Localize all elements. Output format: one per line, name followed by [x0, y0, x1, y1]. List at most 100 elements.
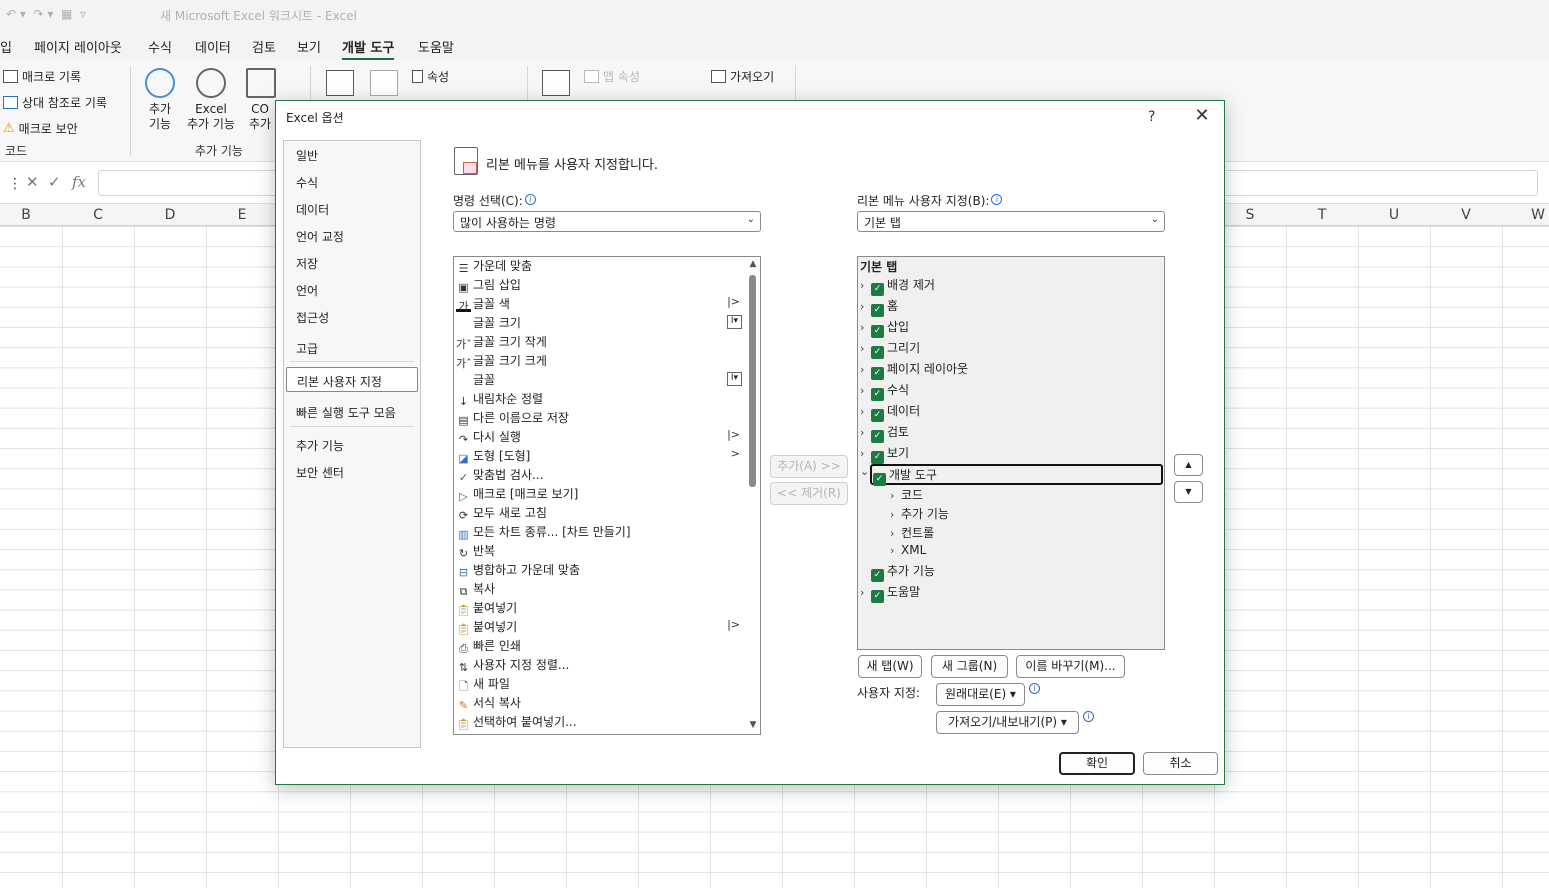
- nav-item-proofing[interactable]: 언어 교정: [296, 228, 344, 245]
- tree-item-insert[interactable]: › ✓ 삽입: [860, 318, 909, 338]
- list-item[interactable]: 🗋︎ 새 파일: [456, 675, 746, 694]
- nav-item-quick-access-toolbar[interactable]: 빠른 실행 도구 모음: [296, 404, 396, 421]
- checkbox[interactable]: ✓: [871, 430, 884, 443]
- tab-page-layout[interactable]: 페이지 레이아웃: [34, 37, 122, 56]
- tab-review[interactable]: 검토: [252, 37, 276, 56]
- scroll-thumb[interactable]: [749, 275, 756, 487]
- tree-item-help[interactable]: › ✓ 도움말: [860, 583, 920, 603]
- nav-item-general[interactable]: 일반: [296, 147, 318, 164]
- chevron-right-icon[interactable]: ›: [860, 342, 871, 355]
- scrollbar[interactable]: ▲ ▼: [746, 259, 760, 733]
- nav-item-formulas[interactable]: 수식: [296, 174, 318, 191]
- ribbon-tabs-tree[interactable]: 기본 탭 › ✓ 배경 제거 › ✓ 홈 › ✓ 삽입 › ✓ 그리기 › ✓ 페이지 레이아웃 ›…: [857, 256, 1165, 650]
- xml-source-button[interactable]: [542, 70, 570, 96]
- addins-button[interactable]: 추가 기능: [142, 68, 178, 132]
- checkbox[interactable]: ✓: [871, 304, 884, 317]
- import-button[interactable]: 가져오기: [711, 68, 774, 85]
- close-button[interactable]: ✕: [1191, 105, 1213, 126]
- nav-item-addins[interactable]: 추가 기능: [296, 437, 344, 454]
- commands-list[interactable]: ☰ 가운데 맞춤 ▣ 그림 삽입 가 글꼴 색 |> 글꼴 크기 I▾ 가ˇ글꼴 크기 작…: [453, 256, 761, 735]
- checkbox[interactable]: ✓: [871, 325, 884, 338]
- insert-function-icon[interactable]: fx: [72, 173, 86, 191]
- import-export-dropdown[interactable]: 가져오기/내보내기(P) ▾: [936, 711, 1079, 734]
- design-mode-button[interactable]: [370, 70, 398, 96]
- list-item[interactable]: ✎ 서식 복사: [456, 694, 746, 713]
- properties-button[interactable]: 속성: [412, 68, 449, 85]
- choose-commands-dropdown[interactable]: 많이 사용하는 명령 ⌄: [453, 211, 761, 232]
- chevron-right-icon[interactable]: ›: [860, 384, 871, 397]
- scroll-down-icon[interactable]: ▼: [746, 720, 760, 730]
- move-up-button[interactable]: ▲: [1174, 454, 1203, 476]
- nav-item-advanced[interactable]: 고급: [296, 340, 318, 357]
- tree-item-developer[interactable]: ✓ 개발 도구: [870, 464, 1163, 486]
- column-header[interactable]: W: [1502, 207, 1549, 223]
- reset-dropdown[interactable]: 원래대로(E) ▾: [936, 683, 1025, 706]
- list-item[interactable]: ▤ 다른 이름으로 저장: [456, 409, 746, 428]
- list-item[interactable]: ▷ 매크로 [매크로 보기]: [456, 485, 746, 504]
- tree-item-view[interactable]: › ✓ 보기: [860, 444, 909, 464]
- chevron-right-icon[interactable]: ›: [890, 527, 901, 540]
- checkbox[interactable]: ✓: [871, 590, 884, 603]
- more-icon[interactable]: ⋮: [8, 176, 22, 192]
- com-addins-button[interactable]: CO 추가: [246, 68, 276, 132]
- tree-item-formulas[interactable]: › ✓ 수식: [860, 381, 909, 401]
- list-item[interactable]: ✓ 맞춤법 검사...: [456, 466, 746, 485]
- list-item[interactable]: 📋︎ 붙여넣기 |>: [456, 618, 746, 637]
- column-header[interactable]: T: [1286, 207, 1358, 223]
- info-icon[interactable]: i: [991, 194, 1003, 205]
- tab-formulas[interactable]: 수식: [148, 37, 172, 56]
- tree-item-background-removal[interactable]: › ✓ 배경 제거: [860, 276, 935, 296]
- macro-security-button[interactable]: ⚠ 매크로 보안: [3, 120, 78, 137]
- ok-button[interactable]: 확인: [1059, 752, 1135, 775]
- info-icon[interactable]: i: [1029, 683, 1040, 694]
- chevron-right-icon[interactable]: ›: [860, 586, 871, 599]
- tree-item-draw[interactable]: › ✓ 그리기: [860, 339, 920, 359]
- nav-item-customize-ribbon[interactable]: 리본 사용자 지정: [286, 367, 418, 392]
- chevron-right-icon[interactable]: ›: [860, 363, 871, 376]
- info-icon[interactable]: i: [1083, 711, 1094, 722]
- chevron-right-icon[interactable]: ›: [860, 447, 871, 460]
- column-header[interactable]: E: [206, 207, 278, 223]
- chevron-right-icon[interactable]: ›: [860, 279, 871, 292]
- tab-data[interactable]: 데이터: [195, 37, 231, 56]
- column-header[interactable]: D: [134, 207, 206, 223]
- scroll-up-icon[interactable]: ▲: [746, 259, 760, 269]
- list-item[interactable]: ▥ 모든 차트 종류... [차트 만들기]: [456, 523, 746, 542]
- column-header[interactable]: V: [1430, 207, 1502, 223]
- list-item[interactable]: 📋︎ 붙여넣기: [456, 599, 746, 618]
- new-group-button[interactable]: 새 그룹(N): [931, 655, 1008, 678]
- chevron-right-icon[interactable]: ›: [890, 489, 901, 502]
- move-down-button[interactable]: ▼: [1174, 481, 1203, 503]
- checkbox[interactable]: ✓: [871, 451, 884, 464]
- list-item[interactable]: 가ˇ글꼴 크기 작게: [456, 333, 746, 352]
- tree-item-page-layout[interactable]: › ✓ 페이지 레이아웃: [860, 360, 968, 380]
- list-item[interactable]: 가ˆ글꼴 크기 크게: [456, 352, 746, 371]
- checkbox[interactable]: ✓: [873, 473, 886, 486]
- list-item[interactable]: 글꼴 I▾: [456, 371, 746, 390]
- list-item[interactable]: ⇅ 사용자 지정 정렬...: [456, 656, 746, 675]
- customize-ribbon-dropdown[interactable]: 기본 탭 ⌄: [857, 211, 1165, 232]
- list-item[interactable]: ▣ 그림 삽입: [456, 276, 746, 295]
- rename-button[interactable]: 이름 바꾸기(M)...: [1016, 655, 1125, 678]
- chevron-right-icon[interactable]: ›: [860, 405, 871, 418]
- list-item[interactable]: ⟳ 모두 새로 고침: [456, 504, 746, 523]
- chevron-right-icon[interactable]: ›: [860, 300, 871, 313]
- list-item[interactable]: 글꼴 크기 I▾: [456, 314, 746, 333]
- tree-subitem-xml[interactable]: › XML: [890, 543, 926, 562]
- chevron-right-icon[interactable]: ›: [890, 508, 901, 521]
- checkbox[interactable]: ✓: [871, 283, 884, 296]
- list-item[interactable]: ↷ 다시 실행 |>: [456, 428, 746, 447]
- list-item[interactable]: ↻ 반복: [456, 542, 746, 561]
- chevron-right-icon[interactable]: ›: [860, 321, 871, 334]
- help-button[interactable]: ?: [1148, 109, 1155, 125]
- column-header[interactable]: C: [62, 207, 134, 223]
- nav-item-accessibility[interactable]: 접근성: [296, 309, 329, 326]
- tree-subitem-addins[interactable]: › 추가 기능: [890, 505, 949, 524]
- tree-item-data[interactable]: › ✓ 데이터: [860, 402, 920, 422]
- column-header[interactable]: U: [1358, 207, 1430, 223]
- cancel-icon[interactable]: ✕: [26, 173, 39, 191]
- list-item[interactable]: ↓ 내림차순 정렬: [456, 390, 746, 409]
- checkbox[interactable]: ✓: [871, 569, 884, 582]
- tree-item-home[interactable]: › ✓ 홈: [860, 297, 898, 317]
- checkbox[interactable]: ✓: [871, 388, 884, 401]
